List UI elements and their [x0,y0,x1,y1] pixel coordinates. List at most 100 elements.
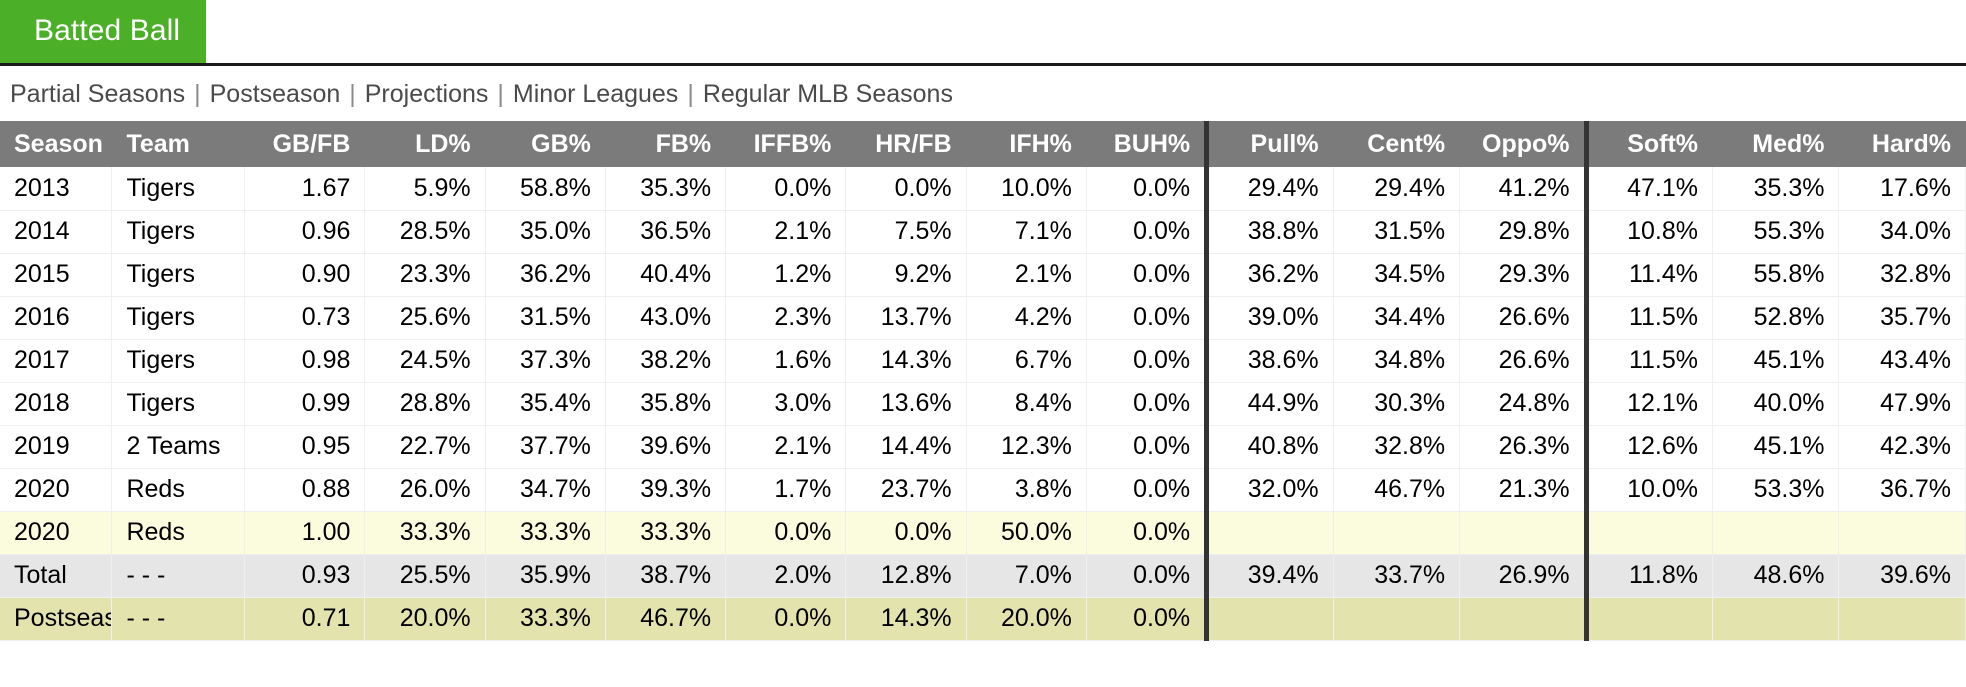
subnav-link-postseason[interactable]: Postseason [210,80,341,108]
column-header-hrfb[interactable]: HR/FB [845,121,967,167]
cell-buh-pct: 0.0% [1086,210,1208,254]
cell-fb-pct: 46.7% [605,597,727,641]
cell-iffb-pct: 0.0% [725,167,847,211]
cell-hrfb: 14.3% [845,339,967,383]
cell-hard-pct: 39.6% [1838,554,1966,598]
cell-pull-pct: 40.8% [1204,425,1334,469]
subnav-separator: | [497,80,504,108]
subnav: Partial Seasons | Postseason | Projections | M… [0,66,1966,121]
subnav-link-minor-leagues[interactable]: Minor Leagues [513,80,678,108]
cell-buh-pct: 0.0% [1086,296,1208,340]
cell-iffb-pct: 3.0% [725,382,847,426]
cell-pull-pct: 44.9% [1204,382,1334,426]
cell-soft-pct: 47.1% [1583,167,1714,211]
tab-batted-ball[interactable]: Batted Ball [0,0,207,63]
cell-iffb-pct: 0.0% [725,511,847,555]
cell-soft-pct: 11.8% [1583,554,1714,598]
cell-gb-pct: 37.3% [485,339,606,383]
subnav-link-partial-seasons[interactable]: Partial Seasons [10,80,185,108]
column-header-buh-pct[interactable]: BUH% [1086,121,1208,167]
cell-soft-pct [1583,511,1714,555]
column-header-soft-pct[interactable]: Soft% [1583,121,1714,167]
cell-oppo-pct: 26.6% [1459,339,1587,383]
cell-hrfb: 7.5% [845,210,967,254]
cell-season: 2020 [0,468,113,512]
cell-ifh-pct: 10.0% [966,167,1087,211]
subnav-separator: | [194,80,201,108]
cell-soft-pct: 11.4% [1583,253,1714,297]
cell-hrfb: 9.2% [845,253,967,297]
cell-hard-pct: 43.4% [1838,339,1966,383]
cell-team: Reds [111,468,246,512]
cell-team: Tigers [111,296,246,340]
cell-pull-pct: 36.2% [1204,253,1334,297]
cell-oppo-pct: 29.8% [1459,210,1587,254]
tab-strip: Batted Ball [0,0,1966,66]
cell-cent-pct: 34.4% [1333,296,1461,340]
cell-ifh-pct: 20.0% [966,597,1087,641]
cell-cent-pct: 33.7% [1333,554,1461,598]
cell-gbfb: 0.73 [244,296,366,340]
cell-season: 2015 [0,253,113,297]
cell-gb-pct: 35.0% [485,210,606,254]
cell-season: 2017 [0,339,113,383]
column-header-team[interactable]: Team [111,121,246,167]
cell-ld-pct: 26.0% [364,468,486,512]
cell-hard-pct [1838,597,1966,641]
batted-ball-stats-page: Batted Ball Partial Seasons | Postseason | P… [0,0,1966,687]
cell-hrfb: 13.6% [845,382,967,426]
cell-hard-pct: 17.6% [1838,167,1966,211]
cell-med-pct: 55.8% [1712,253,1840,297]
cell-cent-pct: 30.3% [1333,382,1461,426]
cell-cent-pct [1333,511,1461,555]
cell-team: Tigers [111,253,246,297]
cell-team: Tigers [111,167,246,211]
cell-gbfb: 0.99 [244,382,366,426]
cell-med-pct: 35.3% [1712,167,1840,211]
table-row: 2018 Tigers 0.99 28.8% 35.4% 35.8% 3.0% 13.6% 8.… [0,382,1966,426]
cell-ld-pct: 28.5% [364,210,486,254]
column-header-season[interactable]: Season [0,121,113,167]
cell-cent-pct: 29.4% [1333,167,1461,211]
cell-soft-pct: 10.0% [1583,468,1714,512]
cell-fb-pct: 36.5% [605,210,727,254]
cell-ld-pct: 25.5% [364,554,486,598]
cell-cent-pct: 34.5% [1333,253,1461,297]
column-header-gbfb[interactable]: GB/FB [244,121,366,167]
cell-hrfb: 12.8% [845,554,967,598]
cell-team: Tigers [111,382,246,426]
column-header-iffb-pct[interactable]: IFFB% [725,121,847,167]
batted-ball-table: Season Team GB/FB LD% GB% FB% IFFB% HR/F… [0,121,1966,641]
column-header-oppo-pct[interactable]: Oppo% [1459,121,1587,167]
cell-hrfb: 14.3% [845,597,967,641]
cell-med-pct: 53.3% [1712,468,1840,512]
column-header-cent-pct[interactable]: Cent% [1333,121,1461,167]
column-header-ld-pct[interactable]: LD% [364,121,486,167]
cell-iffb-pct: 2.1% [725,425,847,469]
cell-soft-pct: 12.1% [1583,382,1714,426]
cell-oppo-pct: 26.6% [1459,296,1587,340]
column-header-gb-pct[interactable]: GB% [485,121,606,167]
cell-buh-pct: 0.0% [1086,253,1208,297]
table-row: 2020 Reds 0.88 26.0% 34.7% 39.3% 1.7% 23.7% 3.8%… [0,468,1966,512]
subnav-link-projections[interactable]: Projections [365,80,489,108]
cell-iffb-pct: 2.1% [725,210,847,254]
column-header-hard-pct[interactable]: Hard% [1838,121,1966,167]
cell-med-pct: 45.1% [1712,339,1840,383]
column-header-fb-pct[interactable]: FB% [605,121,727,167]
cell-hrfb: 14.4% [845,425,967,469]
column-header-ifh-pct[interactable]: IFH% [966,121,1087,167]
table-row: Total - - -0.93 25.5% 35.9% 38.7% 2.0% 12.8% 7.… [0,554,1966,598]
cell-fb-pct: 35.3% [605,167,727,211]
cell-pull-pct: 39.0% [1204,296,1334,340]
subnav-link-regular-mlb-seasons[interactable]: Regular MLB Seasons [703,80,953,108]
cell-fb-pct: 39.3% [605,468,727,512]
cell-hrfb: 0.0% [845,167,967,211]
column-header-med-pct[interactable]: Med% [1712,121,1840,167]
table-body: 2013 Tigers 1.67 5.9% 58.8% 35.3% 0.0% 0.0% 10.0… [0,167,1966,641]
cell-ld-pct: 24.5% [364,339,486,383]
table-row: 2020 Reds 1.00 33.3% 33.3% 33.3% 0.0% 0.0% 50.0%… [0,511,1966,555]
cell-pull-pct: 39.4% [1204,554,1334,598]
cell-team: Reds [111,511,246,555]
column-header-pull-pct[interactable]: Pull% [1204,121,1334,167]
